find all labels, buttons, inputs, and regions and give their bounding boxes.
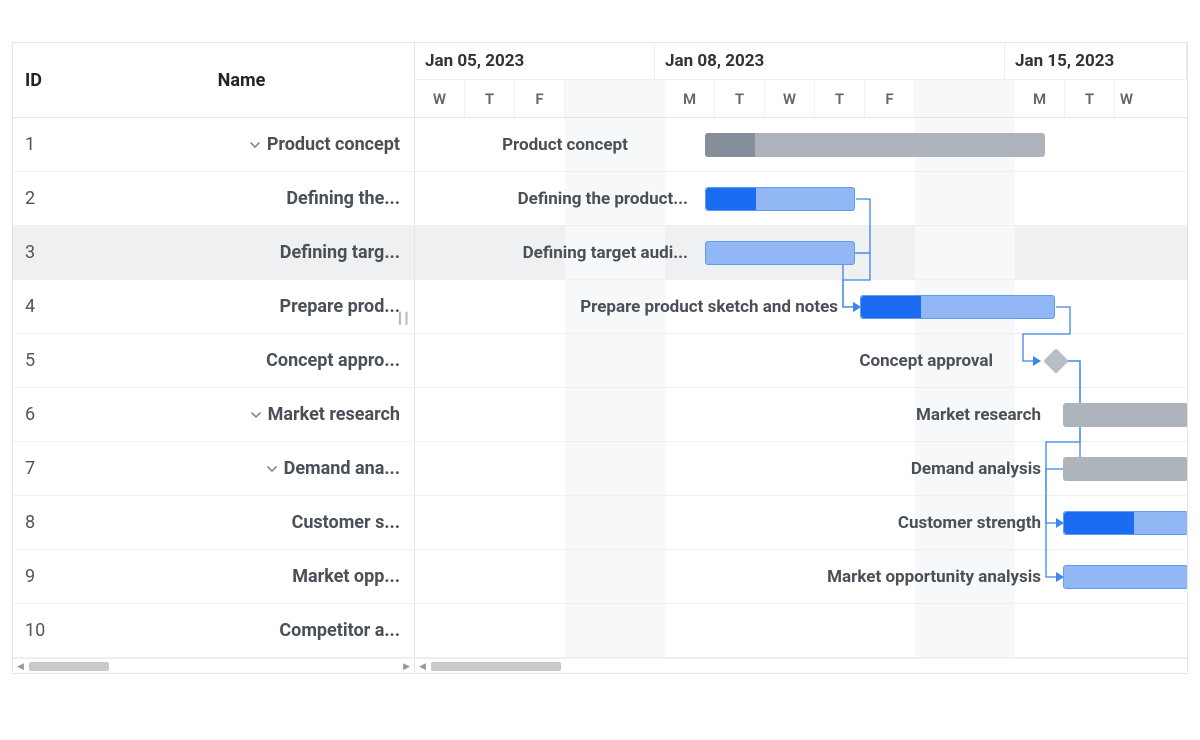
gantt-row[interactable]: 2Defining the...Defining the product... <box>13 172 1187 226</box>
group-bar[interactable] <box>705 133 1045 157</box>
date-segment-0: Jan 05, 2023 <box>415 43 655 79</box>
progress-fill <box>706 188 756 210</box>
scroll-left-icon[interactable]: ◀ <box>419 662 426 672</box>
gantt-body[interactable]: 1Product conceptProduct concept2Defining… <box>13 118 1187 658</box>
gantt-row[interactable]: 4Prepare prod...Prepare product sketch a… <box>13 280 1187 334</box>
date-segment-1: Jan 08, 2023 <box>655 43 1005 79</box>
task-id: 1 <box>13 134 69 155</box>
task-bar[interactable] <box>705 241 855 265</box>
task-bar-label: Customer strength <box>415 496 1053 549</box>
day-header-cell: T <box>465 80 515 117</box>
gantt-row[interactable]: 6Market researchMarket research <box>13 388 1187 442</box>
progress-fill <box>861 296 921 318</box>
task-name[interactable]: Concept appro... <box>69 350 414 371</box>
col-header-name[interactable]: Name <box>69 43 414 117</box>
task-id: 7 <box>13 458 69 479</box>
task-name[interactable]: Market research <box>69 404 414 425</box>
task-id: 3 <box>13 242 69 263</box>
task-id: 8 <box>13 512 69 533</box>
progress-fill <box>705 133 755 157</box>
task-name[interactable]: Defining targ... <box>69 242 414 263</box>
task-bar-label: Defining target audi... <box>415 226 700 279</box>
task-id: 5 <box>13 350 69 371</box>
task-bar-label: Product concept <box>425 118 705 171</box>
timeline-h-scrollbar[interactable]: ◀ <box>415 659 1187 673</box>
task-id: 6 <box>13 404 69 425</box>
chevron-down-icon[interactable] <box>266 463 278 475</box>
day-header-cell: W <box>1115 80 1138 117</box>
scroll-left-icon[interactable]: ◀ <box>17 662 24 672</box>
grid-h-scrollbar[interactable]: ◀ ▶ <box>13 659 415 673</box>
task-name[interactable]: Competitor a... <box>69 620 414 641</box>
task-id: 4 <box>13 296 69 317</box>
gantt-row[interactable]: 9Market opp...Market opportunity analysi… <box>13 550 1187 604</box>
task-bar-label: Concept approval <box>415 334 1005 387</box>
task-name[interactable]: Customer s... <box>69 512 414 533</box>
task-bar-label: Market research <box>415 388 1053 441</box>
gantt-chart: ID Name Jan 05, 2023 Jan 08, 2023 Jan 15… <box>12 42 1188 674</box>
task-bar-label: Defining the product... <box>415 172 700 225</box>
gantt-row[interactable]: 10Competitor a... <box>13 604 1187 658</box>
task-id: 9 <box>13 566 69 587</box>
chevron-down-icon[interactable] <box>250 409 262 421</box>
day-header-cell: M <box>665 80 715 117</box>
chevron-down-icon[interactable] <box>249 139 261 151</box>
group-bar[interactable] <box>1063 457 1187 481</box>
task-name[interactable]: Market opp... <box>69 566 414 587</box>
task-name[interactable]: Product concept <box>69 134 414 155</box>
day-header-cell: T <box>815 80 865 117</box>
col-header-id[interactable]: ID <box>13 43 69 117</box>
grid-scroll-thumb[interactable] <box>29 662 109 671</box>
day-header-cell: W <box>765 80 815 117</box>
gantt-row[interactable]: 3Defining targ...Defining target audi... <box>13 226 1187 280</box>
gantt-row[interactable]: 8Customer s...Customer strength <box>13 496 1187 550</box>
task-bar-label: Market opportunity analysis <box>415 550 1053 603</box>
scroll-right-icon[interactable]: ▶ <box>403 662 410 672</box>
task-name[interactable]: Demand ana... <box>69 458 414 479</box>
gantt-row[interactable]: 5Concept appro...Concept approval <box>13 334 1187 388</box>
day-header-cell: T <box>1065 80 1115 117</box>
progress-fill <box>1064 512 1134 534</box>
task-bar[interactable] <box>1063 511 1187 535</box>
task-bar-label: Prepare product sketch and notes <box>415 280 850 333</box>
task-id: 2 <box>13 188 69 209</box>
group-bar[interactable] <box>1063 403 1187 427</box>
gantt-row[interactable]: 1Product conceptProduct concept <box>13 118 1187 172</box>
task-id: 10 <box>13 620 69 641</box>
timeline-header: Jan 05, 2023 Jan 08, 2023 Jan 15, 2023 W… <box>415 43 1187 117</box>
timeline-scroll-thumb[interactable] <box>431 662 561 671</box>
day-header-cell: F <box>515 80 565 117</box>
task-bar[interactable] <box>1063 565 1187 589</box>
day-header-cell: T <box>715 80 765 117</box>
date-segment-2: Jan 15, 2023 <box>1005 43 1187 79</box>
task-name[interactable]: Prepare prod... <box>69 296 414 317</box>
day-header-cell: M <box>1015 80 1065 117</box>
task-name[interactable]: Defining the... <box>69 188 414 209</box>
milestone-diamond[interactable] <box>1043 348 1068 373</box>
task-bar[interactable] <box>705 187 855 211</box>
task-bar-label: Demand analysis <box>415 442 1053 495</box>
gantt-row[interactable]: 7Demand ana...Demand analysis <box>13 442 1187 496</box>
task-bar[interactable] <box>860 295 1055 319</box>
day-header-cell: F <box>865 80 915 117</box>
column-splitter-icon[interactable]: ▎▎ <box>399 312 406 325</box>
day-header-cell: W <box>415 80 465 117</box>
